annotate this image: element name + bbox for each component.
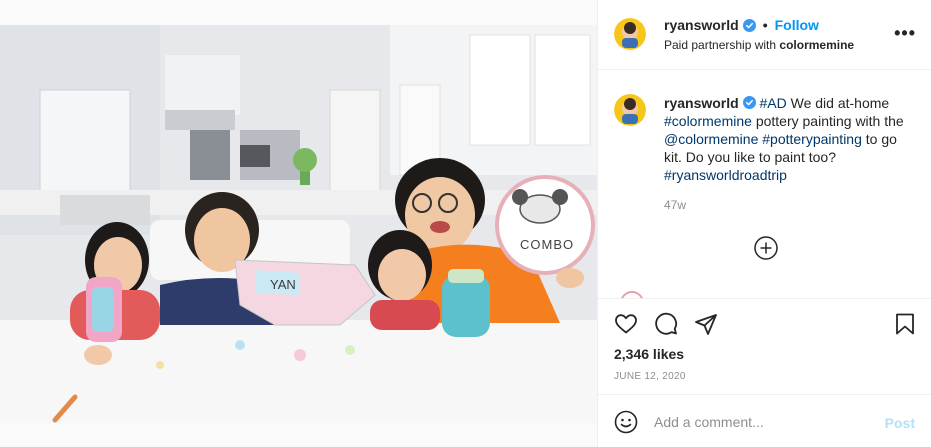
heart-icon (615, 314, 637, 334)
header-username[interactable]: ryansworld (664, 17, 739, 33)
likes-count[interactable]: 2,346 likes (614, 346, 684, 362)
post-photo[interactable]: YAN COMBO (0, 25, 597, 423)
load-more-comments-icon[interactable] (754, 236, 778, 260)
post-sidebar: ryansworld • Follow Paid partnership wit… (597, 0, 931, 447)
post-comment-button[interactable]: Post (885, 415, 915, 431)
comments-area: ryansworld #AD We did at-home #colormemi… (598, 71, 931, 298)
plate-text: COMBO (520, 237, 574, 252)
caption-segment[interactable]: #AD (759, 95, 786, 111)
post-caption: ryansworld #AD We did at-home #colormemi… (664, 94, 914, 184)
comment-input[interactable] (654, 410, 864, 434)
header-identity-line: ryansworld • Follow (664, 17, 819, 33)
share-icon (695, 314, 717, 335)
caption-segment: We did at-home (786, 95, 890, 111)
ryansworld-avatar-icon (614, 18, 646, 50)
caption-segment[interactable]: #colormemine (664, 113, 752, 129)
caption-segment[interactable]: @colormemine (664, 131, 758, 147)
photo-illustration: YAN COMBO (0, 25, 597, 423)
verified-badge-icon (742, 18, 756, 32)
add-comment-bar: Post (598, 394, 931, 447)
more-options-button[interactable]: ••• (894, 24, 916, 42)
map-text: YAN (270, 277, 296, 292)
save-button[interactable] (893, 312, 917, 336)
bookmark-icon (896, 313, 914, 335)
post-media-area: YAN COMBO (0, 0, 597, 447)
ryansworld-avatar-icon (614, 94, 646, 126)
post-header: ryansworld • Follow Paid partnership wit… (598, 0, 931, 70)
separator-dot: • (762, 17, 768, 33)
paid-partnership-line: Paid partnership with colormemine (664, 38, 854, 52)
share-button[interactable] (694, 312, 718, 336)
caption-time-ago[interactable]: 47w (664, 198, 686, 212)
partner-link[interactable]: colormemine (779, 38, 854, 52)
next-comment-avatar-peek (620, 291, 644, 298)
action-icons-row (614, 312, 718, 336)
caption-username[interactable]: ryansworld (664, 95, 739, 111)
partnership-prefix: Paid partnership with (664, 38, 777, 52)
verified-badge-icon (742, 96, 756, 109)
caption-segment: pottery painting with the (751, 113, 904, 129)
comment-button[interactable] (654, 312, 678, 336)
post-actions: 2,346 likes JUNE 12, 2020 (598, 298, 931, 393)
avatar[interactable] (614, 94, 646, 126)
comment-icon (655, 312, 678, 335)
emoji-icon[interactable] (614, 410, 638, 434)
avatar[interactable] (614, 18, 646, 50)
caption-segment[interactable]: #potterypainting (762, 131, 862, 147)
post-date[interactable]: JUNE 12, 2020 (614, 371, 686, 382)
follow-button[interactable]: Follow (775, 17, 819, 33)
like-button[interactable] (614, 312, 638, 336)
caption-segment[interactable]: #ryansworldroadtrip (664, 167, 787, 183)
